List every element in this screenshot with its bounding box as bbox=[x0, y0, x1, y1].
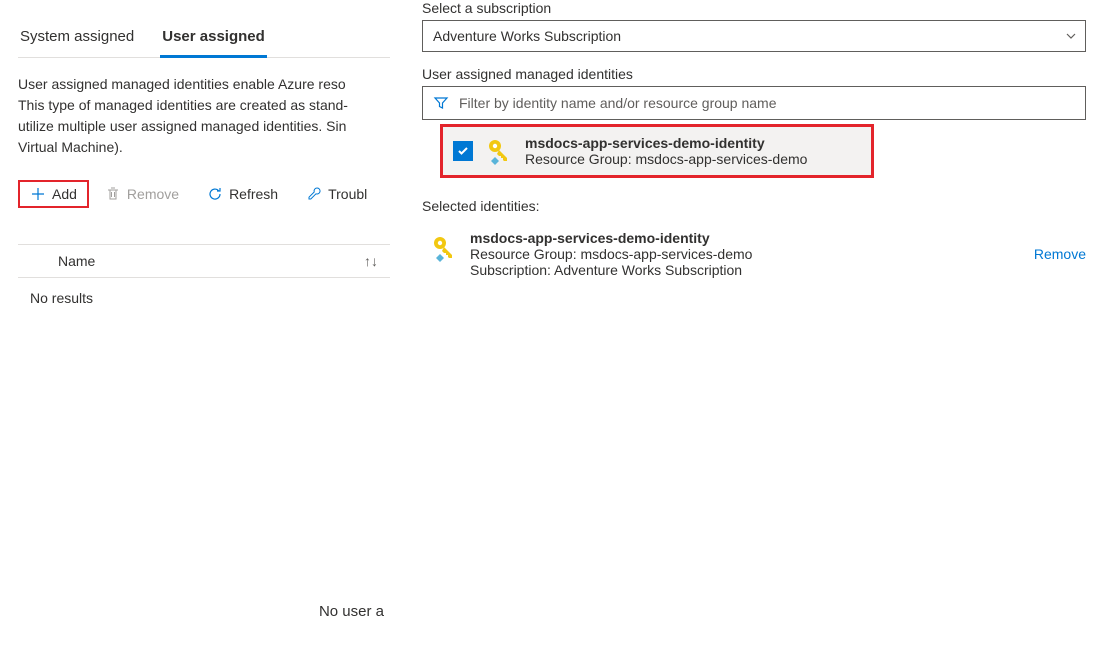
add-button-label: Add bbox=[52, 186, 77, 202]
wrench-icon bbox=[306, 186, 322, 202]
selected-identity-rg: Resource Group: msdocs-app-services-demo bbox=[470, 246, 752, 262]
chevron-down-icon bbox=[1065, 30, 1077, 42]
add-identity-flyout: Select a subscription Adventure Works Su… bbox=[390, 0, 1100, 650]
tab-user-assigned[interactable]: User assigned bbox=[160, 18, 267, 57]
plus-icon bbox=[30, 186, 46, 202]
identity-checkbox[interactable] bbox=[453, 141, 473, 161]
description-text: User assigned managed identities enable … bbox=[18, 74, 390, 158]
identities-label: User assigned managed identities bbox=[422, 66, 1086, 82]
identity-list-item[interactable]: msdocs-app-services-demo-identity Resour… bbox=[440, 124, 874, 178]
troubleshoot-button[interactable]: Troubl bbox=[294, 180, 379, 208]
refresh-button[interactable]: Refresh bbox=[195, 180, 290, 208]
filter-icon bbox=[433, 95, 449, 111]
selected-identity-name: msdocs-app-services-demo-identity bbox=[470, 230, 752, 246]
selected-identity-row: msdocs-app-services-demo-identity Resour… bbox=[422, 230, 1086, 278]
selected-identities-label: Selected identities: bbox=[422, 198, 1086, 214]
trash-icon bbox=[105, 186, 121, 202]
no-results-text: No results bbox=[18, 278, 390, 318]
identity-name: msdocs-app-services-demo-identity bbox=[525, 135, 807, 151]
subscription-label: Select a subscription bbox=[422, 0, 1086, 16]
refresh-icon bbox=[207, 186, 223, 202]
main-panel: System assigned User assigned User assig… bbox=[0, 0, 390, 650]
column-name[interactable]: Name bbox=[58, 253, 95, 269]
action-bar: Add Remove Refresh Troubl bbox=[18, 180, 390, 208]
identity-rg: Resource Group: msdocs-app-services-demo bbox=[525, 151, 807, 167]
subscription-value: Adventure Works Subscription bbox=[433, 28, 621, 44]
identity-row: msdocs-app-services-demo-identity Resour… bbox=[453, 135, 861, 167]
identity-tabs: System assigned User assigned bbox=[18, 18, 390, 58]
table-header: Name ↑↓ bbox=[18, 244, 390, 278]
sort-icon[interactable]: ↑↓ bbox=[364, 253, 378, 269]
troubleshoot-button-label: Troubl bbox=[328, 186, 367, 202]
add-button[interactable]: Add bbox=[18, 180, 89, 208]
remove-button: Remove bbox=[93, 180, 191, 208]
selected-identity-sub: Subscription: Adventure Works Subscripti… bbox=[470, 262, 752, 278]
filter-input[interactable] bbox=[459, 95, 1077, 111]
subscription-select[interactable]: Adventure Works Subscription bbox=[422, 20, 1086, 52]
key-icon bbox=[483, 135, 515, 167]
selected-identity-text: msdocs-app-services-demo-identity Resour… bbox=[470, 230, 752, 278]
remove-button-label: Remove bbox=[127, 186, 179, 202]
key-icon bbox=[428, 232, 460, 264]
filter-box[interactable] bbox=[422, 86, 1086, 120]
remove-identity-link[interactable]: Remove bbox=[1034, 246, 1086, 262]
no-user-text: No user a bbox=[319, 603, 384, 620]
refresh-button-label: Refresh bbox=[229, 186, 278, 202]
tab-system-assigned[interactable]: System assigned bbox=[18, 18, 136, 57]
identity-text: msdocs-app-services-demo-identity Resour… bbox=[525, 135, 807, 167]
